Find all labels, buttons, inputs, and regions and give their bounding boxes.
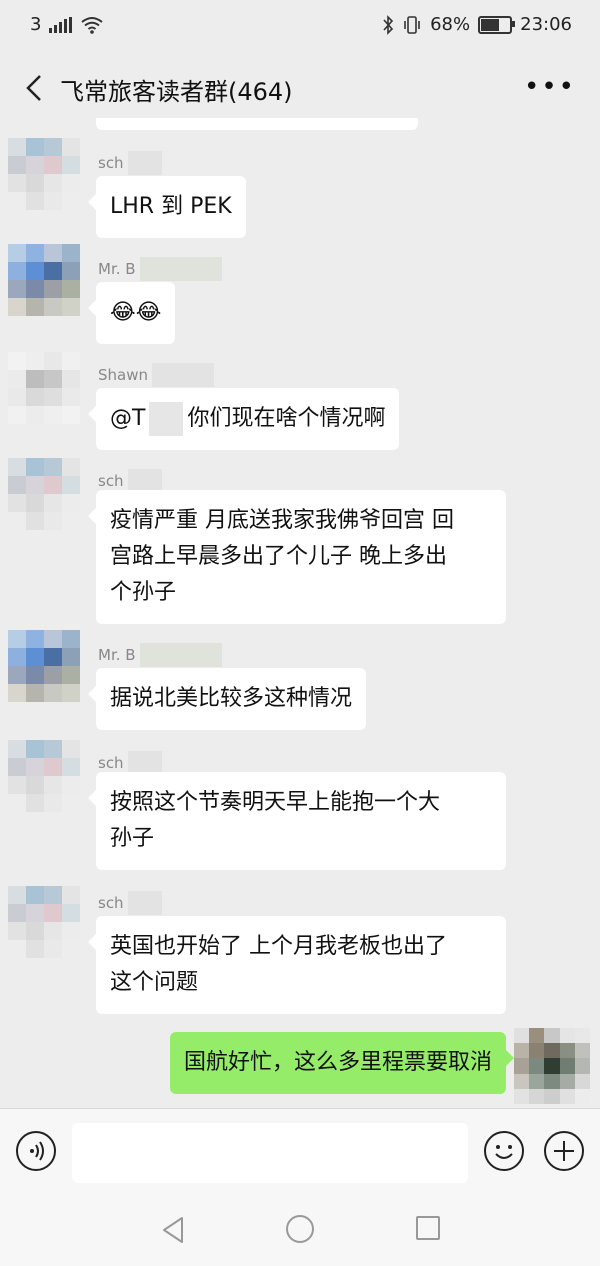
nav-back-icon[interactable]	[160, 1216, 186, 1244]
chat-header: 飞常旅客读者群(464) •••	[0, 58, 600, 118]
battery-percent: 68%	[430, 14, 471, 35]
sender-name: Shawn	[98, 363, 214, 387]
message-text: 你们现在啥个情况啊	[187, 406, 386, 431]
more-dots-icon[interactable]: •••	[524, 72, 576, 102]
sender-name: Mr. B	[98, 643, 222, 667]
carrier-label: 3	[30, 14, 42, 35]
message-bubble[interactable]: @T 你们现在啥个情况啊	[87, 388, 400, 450]
previous-message-bubble	[96, 118, 418, 130]
bluetooth-icon	[382, 14, 394, 35]
chat-area[interactable]: sch LHR 到 PEK Mr. B 😂😂 Shawn @T 你们现在啥个情况啊	[0, 118, 600, 1108]
chat-title: 飞常旅客读者群(464)	[60, 78, 293, 106]
redacted-name	[149, 402, 184, 436]
avatar[interactable]	[8, 244, 80, 316]
plus-icon[interactable]	[544, 1131, 584, 1171]
message-line: 这个问题	[110, 970, 199, 995]
message-line: 宫路上早晨多出了个儿子 晚上多出	[110, 544, 447, 569]
message-text: LHR 到 PEK	[110, 194, 232, 219]
nav-recent-apps-icon[interactable]	[416, 1216, 440, 1240]
message-bubble[interactable]: 疫情严重 月底送我家我佛爷回宫 回 宫路上早晨多出了个儿子 晚上多出 个孙子	[88, 490, 506, 624]
nav-home-icon[interactable]	[286, 1215, 314, 1243]
emoji-icon[interactable]	[484, 1131, 524, 1171]
battery-icon	[478, 15, 516, 34]
chevron-left-icon[interactable]	[18, 68, 54, 108]
signal-icon	[49, 16, 73, 33]
message-bubble[interactable]: 按照这个节奏明天早上能抱一个大 孙子	[88, 772, 506, 870]
clock: 23:06	[520, 14, 572, 35]
system-navigation-bar	[0, 1198, 600, 1266]
message-bubble[interactable]: 😂😂	[87, 282, 176, 344]
my-avatar[interactable]	[514, 1028, 590, 1104]
vibrate-icon	[402, 15, 422, 35]
message-bubble[interactable]: 英国也开始了 上个月我老板也出了 这个问题	[88, 916, 506, 1014]
message-line: 按照这个节奏明天早上能抱一个大	[110, 790, 441, 815]
input-bar	[0, 1108, 600, 1199]
voice-icon[interactable]	[16, 1131, 56, 1171]
message-line: 孙子	[110, 826, 155, 851]
mention-text: @T	[110, 406, 146, 431]
message-text: 据说北美比较多这种情况	[110, 686, 353, 711]
avatar[interactable]	[8, 352, 80, 424]
message-bubble[interactable]: 据说北美比较多这种情况	[87, 668, 367, 730]
message-line: 英国也开始了 上个月我老板也出了	[110, 934, 447, 959]
message-bubble[interactable]: LHR 到 PEK	[88, 176, 246, 238]
message-line: 个孙子	[110, 580, 177, 605]
avatar[interactable]	[8, 740, 80, 812]
avatar[interactable]	[8, 630, 80, 702]
avatar[interactable]	[8, 886, 80, 958]
wifi-icon	[80, 16, 104, 34]
message-text: 😂😂	[110, 300, 162, 325]
sender-name: sch	[98, 151, 162, 175]
status-bar: 3 68% 23:06	[0, 0, 600, 52]
message-text: 国航好忙，这么多里程票要取消	[183, 1050, 492, 1075]
avatar[interactable]	[8, 138, 80, 210]
avatar[interactable]	[8, 458, 80, 530]
my-message-bubble[interactable]: 国航好忙，这么多里程票要取消	[169, 1032, 515, 1094]
sender-name: Mr. B	[98, 257, 222, 281]
message-input[interactable]	[72, 1123, 468, 1183]
sender-name: sch	[98, 891, 162, 915]
message-line: 疫情严重 月底送我家我佛爷回宫 回	[110, 508, 454, 533]
